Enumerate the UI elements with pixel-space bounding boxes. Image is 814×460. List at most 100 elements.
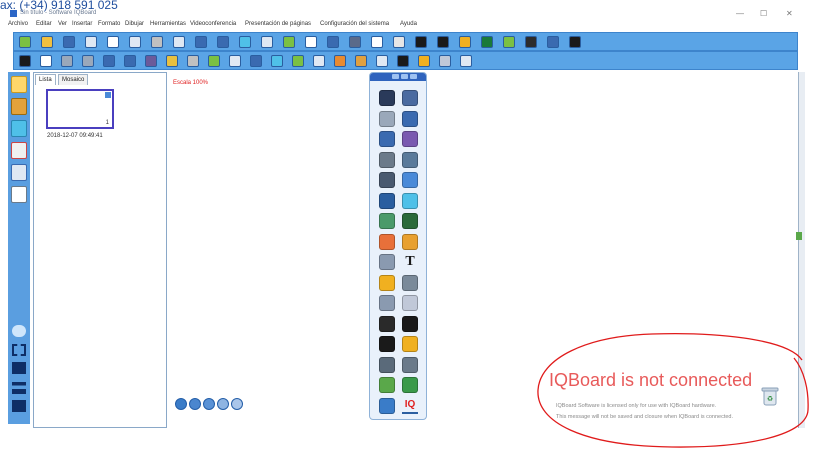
marker-icon[interactable] [379,151,395,168]
select-arrow-icon[interactable] [379,90,395,106]
toolbox-header[interactable] [370,73,426,81]
full-screen-icon[interactable] [305,36,317,48]
camera-icon[interactable] [415,36,427,48]
mouse-icon[interactable] [402,90,418,106]
last-page-icon[interactable] [231,398,243,410]
pen-icon[interactable] [103,55,115,67]
redo-icon[interactable] [82,55,94,67]
highlighter-icon[interactable] [402,151,418,168]
menu-icon[interactable] [379,397,395,414]
zoom-fit-icon[interactable] [239,36,251,48]
ruler-icon[interactable] [547,36,559,48]
keyboard-icon[interactable] [379,356,395,373]
ellipse-eraser-icon[interactable] [402,172,418,188]
save-icon[interactable] [63,36,75,48]
screen-capture-icon[interactable] [283,36,295,48]
pan-icon[interactable] [261,36,273,48]
back-icon[interactable] [402,336,418,352]
undo-icon[interactable] [61,55,73,67]
dual-screen-icon[interactable] [12,362,26,374]
measure-icon[interactable] [439,55,451,67]
menu-configuracion[interactable]: Configuración del sistema [320,21,389,27]
new-page-icon[interactable] [19,36,31,48]
chart-area-icon[interactable] [379,213,395,229]
image-icon[interactable] [379,254,395,270]
triangle-icon[interactable] [402,213,418,229]
fill-icon[interactable] [355,55,367,67]
menu-archivo[interactable]: Archivo [8,21,28,27]
calculator-icon[interactable] [503,36,515,48]
align-icon[interactable] [12,382,26,394]
select-icon[interactable] [19,55,31,67]
capture-icon[interactable] [379,295,395,311]
toolbox-close-icon[interactable] [410,74,417,79]
menu-ver[interactable]: Ver [58,21,67,27]
recycle-bin-icon[interactable]: ♻ [761,385,779,407]
record-icon[interactable] [402,377,418,393]
cut-icon[interactable] [151,36,163,48]
laser-pen-icon[interactable] [187,55,199,67]
keyboard-icon[interactable] [525,36,537,48]
minimize-button[interactable]: — [736,9,744,18]
blind-icon[interactable] [349,36,361,48]
shape-icon[interactable] [313,55,325,67]
blind-icon[interactable] [402,315,418,332]
page-thumbnail[interactable]: 1 [46,89,114,129]
polygon-icon[interactable] [402,192,418,209]
text-icon[interactable] [397,55,409,67]
table-icon[interactable] [292,55,304,67]
print-icon[interactable] [107,36,119,48]
redo-icon[interactable] [402,110,418,127]
magnet-icon[interactable] [11,142,27,159]
menu-herramientas[interactable]: Herramientas [150,21,186,27]
add-page-icon[interactable] [203,398,215,410]
open-icon[interactable] [41,36,53,48]
eraser-icon[interactable] [379,172,395,188]
cloud-icon[interactable] [12,325,26,337]
bar-chart-icon[interactable] [402,233,418,250]
magic-pen-icon[interactable] [371,36,383,48]
text-icon[interactable]: T [402,254,418,270]
pen-icon[interactable] [379,131,395,147]
first-page-icon[interactable] [175,398,187,410]
next-page-icon[interactable] [217,398,229,410]
pie-icon[interactable] [379,233,395,250]
line-icon[interactable] [250,55,262,67]
menu-insertar[interactable]: Insertar [72,21,92,27]
capture-icon[interactable] [376,55,388,67]
eraser-icon[interactable] [393,36,405,48]
menu-dibujar[interactable]: Dibujar [125,21,144,27]
toolbox-max-icon[interactable] [401,74,408,79]
undo-icon[interactable] [379,110,395,127]
formula-icon[interactable] [460,55,472,67]
resources-icon[interactable] [11,120,27,137]
brush-icon[interactable] [402,131,418,147]
texture-pen-icon[interactable] [208,55,220,67]
tab-lista[interactable]: Lista [35,74,56,85]
prev-page-icon[interactable] [189,398,201,410]
library-icon[interactable] [11,98,27,115]
highlighter-icon[interactable] [166,55,178,67]
ellipse-icon[interactable] [229,55,241,67]
black-screen-icon[interactable] [437,36,449,48]
menu-ayuda[interactable]: Ayuda [400,21,417,27]
undo-icon[interactable] [129,36,141,48]
close-button[interactable]: ✕ [786,9,793,18]
print-preview-icon[interactable] [85,36,97,48]
fullscreen-icon[interactable] [12,344,26,356]
tab-mosaico[interactable]: Mosaico [58,74,89,85]
copy-icon[interactable] [173,36,185,48]
spotlight-icon[interactable] [402,295,418,311]
line-icon[interactable] [379,192,395,209]
menu-formato[interactable]: Formato [98,21,120,27]
expand-tab-icon[interactable] [796,232,802,240]
notes-icon[interactable] [11,186,27,203]
close-page-icon[interactable] [105,92,111,98]
zoom-in-icon[interactable] [195,36,207,48]
zoom-out-icon[interactable] [217,36,229,48]
edit-icon[interactable] [12,400,26,412]
page-icon[interactable] [11,76,27,93]
polygon-icon[interactable] [271,55,283,67]
toolbox-min-icon[interactable] [392,74,399,79]
clipboard-icon[interactable] [379,377,395,393]
